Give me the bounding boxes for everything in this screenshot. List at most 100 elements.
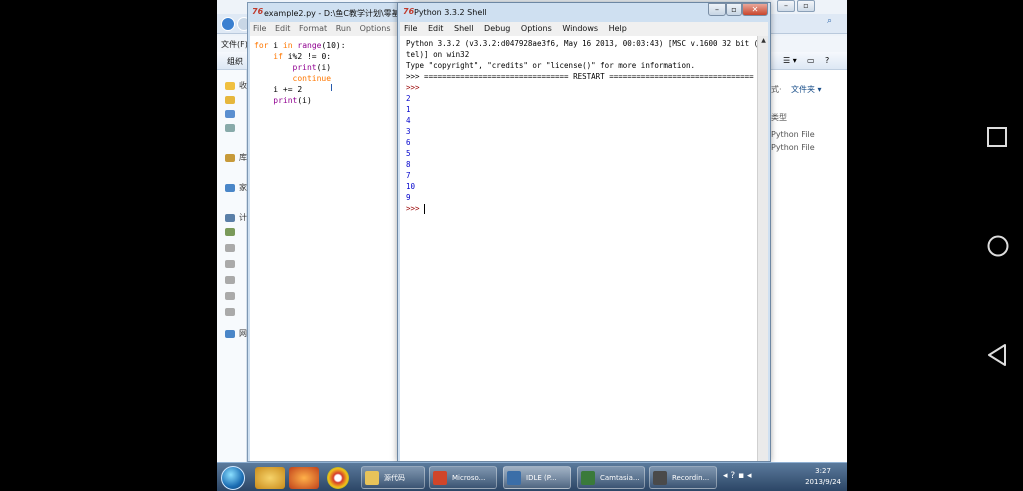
desktop-screen: ⌕ – ▫ 文件(F) 组织 ☰ ▾ ▭ ? 收 库 家 计 网 式· 文件夹 … [217,0,847,491]
code-line[interactable]: print(i) [254,62,406,73]
desktop-icon [225,110,235,118]
shell-prompt: >>> [406,204,420,213]
tray-icons[interactable]: ◂ ? ▪ ◂ [723,471,752,481]
shell-output-line: 10 [406,182,416,191]
python-icon [507,471,521,485]
camtasia-icon [581,471,595,485]
scroll-up-icon[interactable]: ▲ [759,37,768,46]
code-line[interactable]: if i%2 != 0: [254,51,406,62]
chrome-icon[interactable] [327,467,349,489]
code-token: (i) [297,96,312,105]
shell-output-line: 1 [406,105,411,114]
editor-menu-bar: File Edit Format Run Options W [250,22,406,36]
shell-menu-help[interactable]: Help [609,24,627,33]
explorer-maximize-button[interactable]: ▫ [797,0,815,12]
python-shell-window[interactable]: 76 Python 3.3.2 Shell – ▫ ✕ File Edit Sh… [397,2,771,462]
clock-time: 3:27 [815,467,831,475]
minimize-button[interactable]: – [708,3,726,16]
favorites-icon [225,82,235,90]
view-mode-label[interactable]: 式· [771,84,782,95]
system-clock[interactable]: 3:27 2013/9/24 [805,466,841,488]
shell-menu-bar: File Edit Shell Debug Options Windows He… [400,22,768,36]
shell-menu-debug[interactable]: Debug [484,24,510,33]
powerpoint-icon [433,471,447,485]
code-line[interactable]: print(i) [254,95,406,106]
nav-homegroup[interactable]: 家 [239,182,247,193]
search-icon[interactable]: ⌕ [827,16,832,26]
drive-icon [225,260,235,268]
drive-icon [225,276,235,284]
editor-code-area[interactable]: for i in range(10): if i%2 != 0: print(i… [250,36,406,461]
shell-output-line: 7 [406,171,411,180]
shell-menu-edit[interactable]: Edit [428,24,444,33]
shell-menu-file[interactable]: File [404,24,417,33]
shell-menu-options[interactable]: Options [521,24,552,33]
shell-menu-shell[interactable]: Shell [454,24,474,33]
editor-menu-run[interactable]: Run [336,24,351,33]
editor-menu-format[interactable]: Format [299,24,327,33]
column-type-header[interactable]: 类型 [771,112,787,123]
shell-menu-windows[interactable]: Windows [562,24,598,33]
drive-icon [225,228,235,236]
recent-icon [225,124,235,132]
taskbar-app-source[interactable]: 源代码 [361,466,425,489]
maximize-button[interactable]: ▫ [726,3,742,16]
home-icon[interactable] [987,235,1009,257]
drive-icon [225,244,235,252]
code-token: in [282,41,293,50]
folder-icon [365,471,379,485]
computer-icon [225,214,235,222]
shell-vertical-scrollbar[interactable]: ▲ [757,36,768,461]
explorer-minimize-button[interactable]: – [777,0,795,12]
file-type-cell: Python File [771,130,815,139]
help-icon[interactable]: ? [825,56,829,65]
code-line[interactable]: for i in range(10): [254,40,406,51]
code-token: i%2 != 0: [282,52,332,61]
shell-output-line: 9 [406,193,411,202]
view-options-icon[interactable]: ☰ ▾ [783,56,797,65]
taskbar-app-label: Microso... [452,474,486,482]
editor-menu-edit[interactable]: Edit [275,24,291,33]
code-token: i += 2 [254,85,303,94]
close-button[interactable]: ✕ [742,3,768,16]
editor-menu-file[interactable]: File [253,24,266,33]
clock-date: 2013/9/24 [805,478,841,486]
taskbar-app-idle[interactable]: IDLE (P... [503,466,571,489]
taskbar-app-label: Recordin... [672,474,710,482]
code-token: print [273,96,298,105]
shell-output-line: 5 [406,149,411,158]
nav-favorites[interactable]: 收 [239,80,247,91]
taskbar-app-powerpoint[interactable]: Microso... [429,466,497,489]
shell-banner-line: Type "copyright", "credits" or "license(… [406,61,695,70]
text-caret [424,204,426,214]
nav-libraries[interactable]: 库 [239,152,247,163]
taskbar-app-camtasia[interactable]: Camtasia... [577,466,645,489]
taskbar-app-recording[interactable]: Recordin... [649,466,717,489]
recent-apps-icon[interactable] [987,127,1007,147]
shell-restart-line: >>> ================================ RES… [406,72,754,81]
code-token: (i) [316,63,332,72]
preview-pane-icon[interactable]: ▭ [807,56,815,65]
idle-editor-window[interactable]: 7 6 example2.py - D:\鱼C教学计划\零基础 File Edit… [247,2,408,462]
back-icon[interactable] [987,344,1007,366]
recording-icon [653,471,667,485]
editor-title: example2.py - D:\鱼C教学计划\零基础 [264,9,408,18]
nav-computer[interactable]: 计 [239,212,247,223]
editor-menu-options[interactable]: Options [360,24,391,33]
firefox-icon[interactable] [289,467,319,489]
menu-file[interactable]: 文件(F) [221,39,248,50]
arrange-by-folder[interactable]: 文件夹 ▾ [791,84,822,95]
explorer-pinned-icon[interactable] [255,467,285,489]
taskbar: 源代码 Microso... IDLE (P... Camtasia... Re… [217,462,847,491]
nav-network[interactable]: 网 [239,328,247,339]
network-icon [225,330,235,338]
organize-button[interactable]: 组织 [227,56,243,67]
folder-icon [225,96,235,104]
back-icon[interactable] [221,17,235,31]
start-button[interactable] [221,466,245,490]
code-token: range [297,41,322,50]
code-token: continue [292,74,332,83]
shell-output-area[interactable]: Python 3.3.2 (v3.3.2:d047928ae3f6, May 1… [400,36,757,461]
